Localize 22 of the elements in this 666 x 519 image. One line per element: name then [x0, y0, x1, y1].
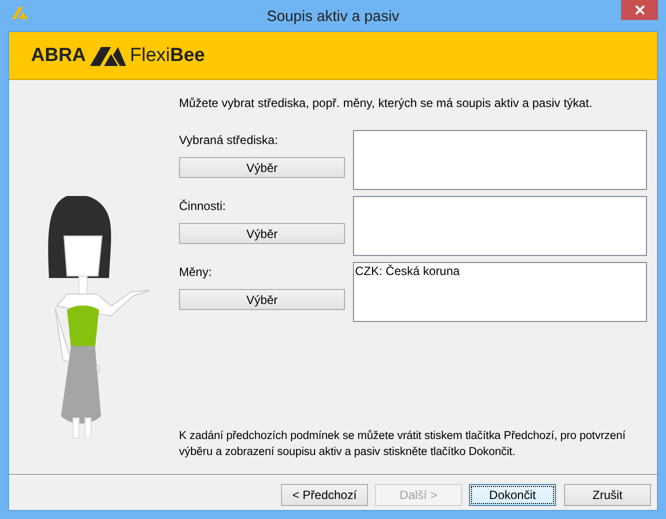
field-label: Činnosti:: [179, 199, 227, 213]
logo-mark-icon: [90, 46, 126, 66]
window-title: Soupis aktiv a pasiv: [266, 7, 400, 25]
field-label: Vybraná střediska:: [179, 133, 279, 147]
app-logo-icon: [10, 6, 30, 20]
select-button[interactable]: Výběr: [179, 223, 345, 244]
close-button[interactable]: [621, 0, 658, 20]
wizard-button[interactable]: Zrušit: [564, 484, 651, 506]
select-button[interactable]: Výběr: [179, 157, 345, 178]
product-logo-text: FlexiBee: [130, 44, 205, 66]
brand-logo-text: ABRA: [31, 44, 86, 66]
help-text: K zadání předchozích podmínek se můžete vrátit stiskem tlačítka Předchozí, pro potvrzení výběru a zobrazení soupisu aktiv a pasiv stiskněte tlačítko Dokončit.: [179, 428, 626, 460]
select-button[interactable]: Výběr: [179, 289, 345, 310]
list-item[interactable]: CZK: Česká koruna: [355, 264, 645, 278]
selection-list[interactable]: CZK: Česká koruna: [353, 262, 647, 322]
wizard-button[interactable]: Dokončit: [469, 484, 556, 506]
close-icon: [634, 5, 644, 15]
wizard-button[interactable]: < Předchozí: [281, 484, 368, 506]
selection-list[interactable]: [353, 196, 647, 256]
selection-list[interactable]: [353, 130, 647, 190]
intro-text: Můžete vybrat střediska, popř. měny, kterých se má soupis aktiv a pasiv týkat.: [179, 96, 594, 110]
field-label: Měny:: [179, 265, 213, 279]
